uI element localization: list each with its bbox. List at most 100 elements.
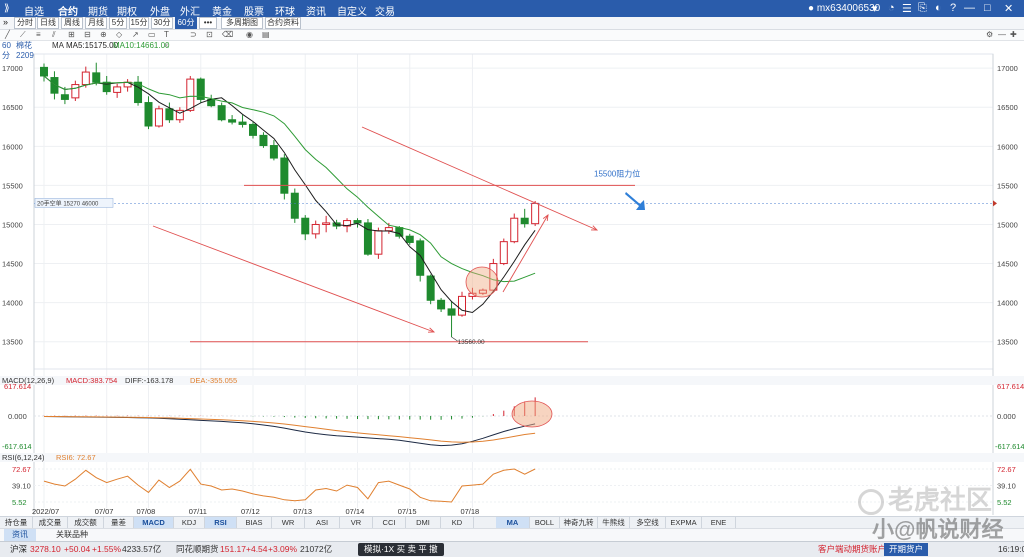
tab-news[interactable]: 资讯 <box>4 529 36 541</box>
tab-indicator[interactable]: ASI <box>305 517 340 528</box>
macd-tick-top: 617.614 <box>4 382 31 391</box>
arrow-tool-icon[interactable]: ↗ <box>132 30 139 39</box>
menu-item[interactable]: 期权 <box>117 3 137 18</box>
ray-tool-icon[interactable]: ⟋ <box>20 30 26 40</box>
help-icon[interactable]: ? <box>950 2 956 14</box>
ticker-pct-1: +1.55% <box>92 544 122 554</box>
menu-item[interactable]: 黄金 <box>212 3 232 18</box>
account-link[interactable]: 客户端动期货账户 <box>818 542 886 557</box>
parallel-tool-icon[interactable]: ≡ <box>36 30 41 39</box>
menu-item[interactable]: 外汇 <box>180 3 200 18</box>
level-tool-icon[interactable]: ⊟ <box>84 30 91 39</box>
tab-indicator[interactable]: 牛熊线 <box>598 517 630 528</box>
expand-icon[interactable]: » <box>3 17 8 27</box>
tab-indicator[interactable]: 成交量 <box>33 517 68 528</box>
tab-indicator[interactable]: WR <box>272 517 305 528</box>
tray-icon-1[interactable]: ▾ <box>872 2 878 15</box>
min-icon[interactable]: — <box>964 2 975 14</box>
rect-tool-icon[interactable]: ▭ <box>148 30 156 39</box>
eye-tool-icon[interactable]: ◉ <box>246 30 253 39</box>
skin-icon[interactable]: ◐ <box>935 2 942 14</box>
tab-indicator[interactable]: KDJ <box>174 517 205 528</box>
menu-item[interactable]: 交易 <box>375 3 395 18</box>
zoom-in-icon[interactable]: ✚ <box>1010 30 1017 39</box>
candle-body <box>60 94 69 100</box>
zoom-out-icon[interactable]: — <box>998 30 1006 39</box>
gann-tool-icon[interactable]: ◇ <box>116 30 122 39</box>
price-tick-right: 13500 <box>997 338 1018 347</box>
menu-item[interactable]: 自定义 <box>337 3 367 18</box>
tab-indicator[interactable]: CCI <box>373 517 406 528</box>
tray-icon-2[interactable]: ◔ <box>888 2 895 14</box>
menu-item[interactable]: 自选 <box>24 3 44 18</box>
candle-body <box>71 84 80 99</box>
candle-body <box>249 123 257 136</box>
period-button[interactable]: 15分 <box>129 17 149 29</box>
tray-icon-4[interactable]: ⎘ <box>918 2 927 15</box>
period-button[interactable]: ••• <box>199 17 217 29</box>
line-tool-icon[interactable]: ╱ <box>5 30 10 39</box>
tab-indicator[interactable]: RSI <box>205 517 237 528</box>
menu-item[interactable]: 资讯 <box>306 3 326 18</box>
tab-indicator[interactable]: 多空线 <box>630 517 666 528</box>
tab-indicator[interactable]: BIAS <box>237 517 272 528</box>
tab-indicator[interactable]: KD <box>441 517 474 528</box>
tab-indicator[interactable]: MA <box>496 517 530 528</box>
tab-indicator[interactable]: ENE <box>702 517 736 528</box>
tab-indicator[interactable]: 成交额 <box>68 517 104 528</box>
ma-close-icon[interactable]: × <box>164 41 169 51</box>
up-trend-arrow <box>502 214 549 293</box>
current-price-marker <box>993 200 997 207</box>
channel-tool-icon[interactable]: ⫽ <box>52 30 56 40</box>
period-button[interactable]: 合约资料 <box>265 17 301 29</box>
candle-body <box>405 235 414 243</box>
layer-tool-icon[interactable]: ▤ <box>262 30 270 39</box>
tab-indicator[interactable]: VR <box>340 517 373 528</box>
menu-collapse-icon[interactable]: ⟫ <box>4 3 10 14</box>
menu-item[interactable]: 外盘 <box>150 3 170 18</box>
macd-tick-zero-right: 0.000 <box>997 412 1016 421</box>
chart-settings-icon[interactable]: ⚙ <box>986 30 993 39</box>
user-account[interactable]: ● mx634006530 <box>808 3 880 14</box>
period-button[interactable]: 多周期图 <box>221 17 263 29</box>
tab-indicator[interactable]: EXPMA <box>666 517 702 528</box>
lock-tool-icon[interactable]: ⊡ <box>206 30 213 39</box>
candle-body <box>447 308 456 316</box>
period-button[interactable]: 日线 <box>37 17 59 29</box>
period-button[interactable]: 周线 <box>61 17 83 29</box>
menu-item[interactable]: 期货 <box>88 3 108 18</box>
ticker-name-1[interactable]: 沪深 <box>10 542 27 557</box>
period-button[interactable]: 30分 <box>151 17 173 29</box>
close-icon[interactable]: ✕ <box>1004 2 1013 15</box>
main-chart[interactable]: 13500 13500 14000 14000 14500 14500 15000 15000… <box>0 51 1024 516</box>
max-icon[interactable]: □ <box>984 2 991 14</box>
menu-item[interactable]: 环球 <box>275 3 295 18</box>
candle-body <box>280 157 289 194</box>
tray-icon-3[interactable]: ☰ <box>902 2 912 15</box>
tab-indicator[interactable]: 量差 <box>104 517 134 528</box>
delete-tool-icon[interactable]: ⌫ <box>222 30 233 39</box>
period-button[interactable]: 分时 <box>14 17 36 29</box>
trade-controls[interactable]: 模拟·1X 买 卖 平 撤 <box>358 543 444 556</box>
candlestick-series <box>40 62 540 338</box>
menu-item[interactable]: 合约 <box>58 3 78 18</box>
up-trend-arrow-head <box>542 214 549 222</box>
open-account-button[interactable]: 开期货户 <box>884 543 929 556</box>
text-tool-icon[interactable]: T <box>164 30 169 39</box>
tab-indicator[interactable]: 神奇九转 <box>560 517 598 528</box>
period-button[interactable]: 月线 <box>85 17 107 29</box>
menu-item[interactable]: 股票 <box>244 3 264 18</box>
cycle-tool-icon[interactable]: ⊕ <box>100 30 107 39</box>
period-button[interactable]: 5分 <box>109 17 127 29</box>
tab-indicator[interactable]: 持仓量 <box>0 517 33 528</box>
candle-body <box>228 119 237 123</box>
tab-related[interactable]: 关联品种 <box>48 529 96 541</box>
magnet-tool-icon[interactable]: ⊃ <box>190 30 197 39</box>
period-button[interactable]: 60分 <box>175 17 197 29</box>
diff-value: DIFF:-163.178 <box>125 376 173 385</box>
tab-indicator[interactable]: BOLL <box>530 517 560 528</box>
tab-indicator[interactable]: MACD <box>134 517 174 528</box>
fib-tool-icon[interactable]: ⊞ <box>68 30 75 39</box>
tab-indicator[interactable]: DMI <box>406 517 441 528</box>
ticker-name-2[interactable]: 同花顺期货 <box>176 542 219 557</box>
